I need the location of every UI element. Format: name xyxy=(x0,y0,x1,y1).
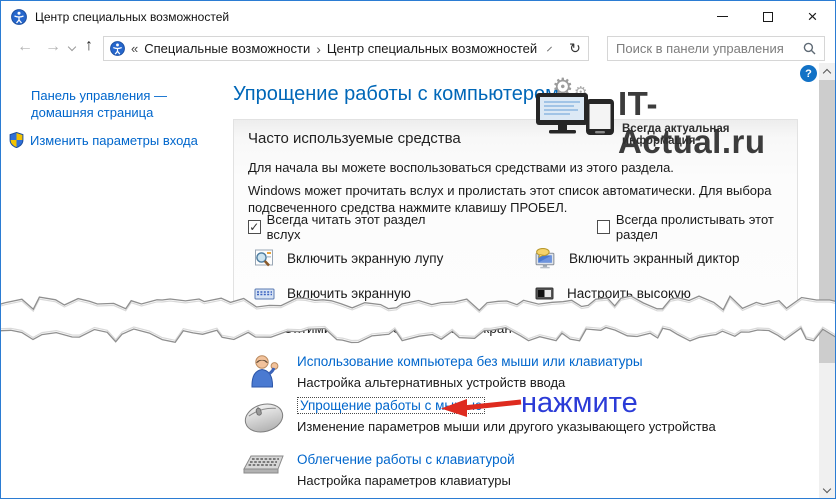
it-actual-logo: ⚙ ⚙ IT-Actual.ru Всегда актуальная инфор… xyxy=(534,75,796,141)
narrator-icon xyxy=(534,248,557,269)
torn-paper-edge xyxy=(1,286,836,360)
help-button[interactable]: ? xyxy=(800,65,817,82)
close-button[interactable]: × xyxy=(790,1,835,32)
back-button[interactable]: ← xyxy=(17,39,33,55)
sidebar-control-panel-home-link[interactable]: Панель управления — домашняя страница xyxy=(31,87,209,121)
window-controls: × xyxy=(700,1,835,32)
sidebar-signin-row: Изменить параметры входа xyxy=(9,132,198,148)
annotation-text: нажмите xyxy=(521,387,638,420)
search-icon[interactable] xyxy=(803,42,816,55)
minimize-button[interactable] xyxy=(700,1,745,32)
breadcrumb-separator-icon: › xyxy=(316,41,321,57)
checkbox-row: ✓ Всегда читать этот раздел вслух Всегда… xyxy=(248,212,797,242)
nav-history-chevron-icon[interactable] xyxy=(68,43,76,51)
minimize-icon xyxy=(717,16,728,17)
start-narrator-label: Включить экранный диктор xyxy=(569,251,740,266)
item-make-keyboard-easier: Облегчение работы с клавиатурой Настройк… xyxy=(241,452,515,488)
breadcrumb-item-accessibility[interactable]: Специальные возможности xyxy=(144,41,310,56)
scan-section-checkbox-label: Всегда пролистывать этот раздел xyxy=(616,212,797,242)
item-texts: Облегчение работы с клавиатурой Настройк… xyxy=(297,452,515,488)
start-magnifier-label: Включить экранную лупу xyxy=(287,251,443,266)
up-button[interactable]: ↑ xyxy=(85,38,93,54)
search-placeholder: Поиск в панели управления xyxy=(616,41,803,56)
scroll-up-icon[interactable] xyxy=(823,69,831,77)
annotation-arrow-icon xyxy=(433,395,525,423)
scan-section-checkbox[interactable] xyxy=(597,220,610,234)
page-title: Упрощение работы с компьютером xyxy=(233,83,559,106)
logo-tagline: Всегда актуальная информация xyxy=(622,123,796,147)
window-title: Центр специальных возможностей xyxy=(35,10,229,24)
check-icon: ✓ xyxy=(249,220,259,234)
read-aloud-checkbox[interactable]: ✓ xyxy=(248,220,261,234)
start-magnifier-button[interactable]: Включить экранную лупу xyxy=(254,248,443,268)
uac-shield-icon xyxy=(9,132,24,148)
keyboard-icon xyxy=(241,452,287,488)
refresh-button[interactable]: ↻ xyxy=(566,40,584,57)
magnifier-window-icon xyxy=(254,248,275,268)
make-keyboard-easier-desc: Настройка параметров клавиатуры xyxy=(297,473,515,488)
sidebar-change-signin-link[interactable]: Изменить параметры входа xyxy=(30,133,198,148)
panel-intro-2: Windows может прочитать вслух и пролиста… xyxy=(248,182,793,216)
ease-of-access-icon xyxy=(11,9,27,25)
addressbar-dropdown-icon[interactable] xyxy=(547,46,552,51)
address-bar[interactable]: « Специальные возможности › Центр специа… xyxy=(103,36,589,61)
start-narrator-button[interactable]: Включить экранный диктор xyxy=(534,248,740,269)
maximize-icon xyxy=(763,12,773,22)
search-box[interactable]: Поиск в панели управления xyxy=(607,36,825,61)
forward-button[interactable]: → xyxy=(45,39,61,55)
titlebar: Центр специальных возможностей × xyxy=(1,1,835,32)
make-keyboard-easier-link[interactable]: Облегчение работы с клавиатурой xyxy=(297,452,515,467)
close-icon: × xyxy=(808,8,818,25)
mouse-icon xyxy=(241,398,287,436)
window: Центр специальных возможностей × ← → ↑ «… xyxy=(0,0,836,499)
maximize-button[interactable] xyxy=(745,1,790,32)
breadcrumb-app-icon xyxy=(110,41,125,56)
breadcrumb-item-ease-of-access-center[interactable]: Центр специальных возможностей xyxy=(327,41,537,56)
scroll-down-icon[interactable] xyxy=(823,485,831,493)
read-aloud-checkbox-label: Всегда читать этот раздел вслух xyxy=(267,212,442,242)
panel-intro-1: Для начала вы можете воспользоваться сре… xyxy=(248,160,674,175)
panel-title: Часто используемые средства xyxy=(248,130,461,147)
vertical-scrollbar[interactable] xyxy=(819,63,835,499)
breadcrumb-prefix: « xyxy=(131,41,138,56)
devices-icon xyxy=(534,87,618,139)
